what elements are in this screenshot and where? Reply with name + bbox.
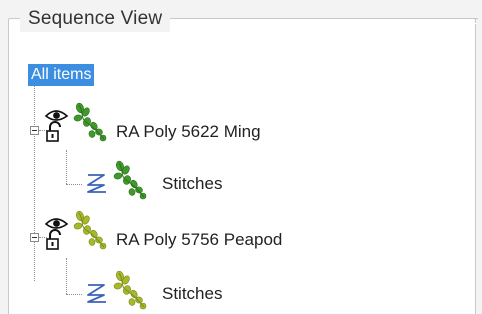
title-divider: [178, 18, 478, 24]
stitch-label: Stitches: [162, 174, 223, 193]
panel-title: Sequence View: [28, 8, 163, 29]
design-label: RA Poly 5622 Ming: [116, 122, 261, 141]
eye-lock-icon[interactable]: [44, 214, 72, 254]
tree-connector: [66, 184, 82, 185]
tree-collapse-icon[interactable]: [30, 233, 39, 242]
stitch-node[interactable]: Stitches: [162, 164, 222, 204]
vine-thread-icon: [73, 210, 107, 250]
zigzag-stitch-icon: [87, 174, 106, 193]
stitch-label: Stitches: [162, 284, 223, 303]
tree-collapse-icon[interactable]: [30, 126, 39, 135]
eye-lock-icon[interactable]: [44, 106, 72, 146]
design-label: RA Poly 5756 Peapod: [116, 230, 283, 249]
vine-thread-icon: [73, 102, 107, 142]
group-header: Sequence View: [20, 6, 171, 32]
sequence-tree[interactable]: All items RA Poly 5622 Ming Stitches RA …: [16, 56, 466, 314]
tree-root-all-items[interactable]: All items: [28, 64, 95, 86]
lock-icon: [46, 229, 61, 250]
tree-connector: [66, 258, 67, 294]
eye-icon: [44, 218, 69, 229]
stitch-node[interactable]: Stitches: [162, 274, 222, 314]
vine-thread-icon: [113, 160, 147, 200]
tree-connector: [66, 150, 67, 184]
sequence-view-panel: Sequence View All items RA Poly 5622 Min…: [0, 0, 482, 314]
tree-connector: [34, 86, 35, 281]
zigzag-stitch-icon: [87, 284, 106, 303]
tree-connector: [66, 294, 82, 295]
design-node[interactable]: RA Poly 5756 Peapod: [116, 220, 282, 260]
design-node[interactable]: RA Poly 5622 Ming: [116, 112, 261, 152]
lock-icon: [46, 121, 61, 142]
vine-thread-icon: [113, 270, 147, 310]
eye-icon: [44, 110, 69, 121]
